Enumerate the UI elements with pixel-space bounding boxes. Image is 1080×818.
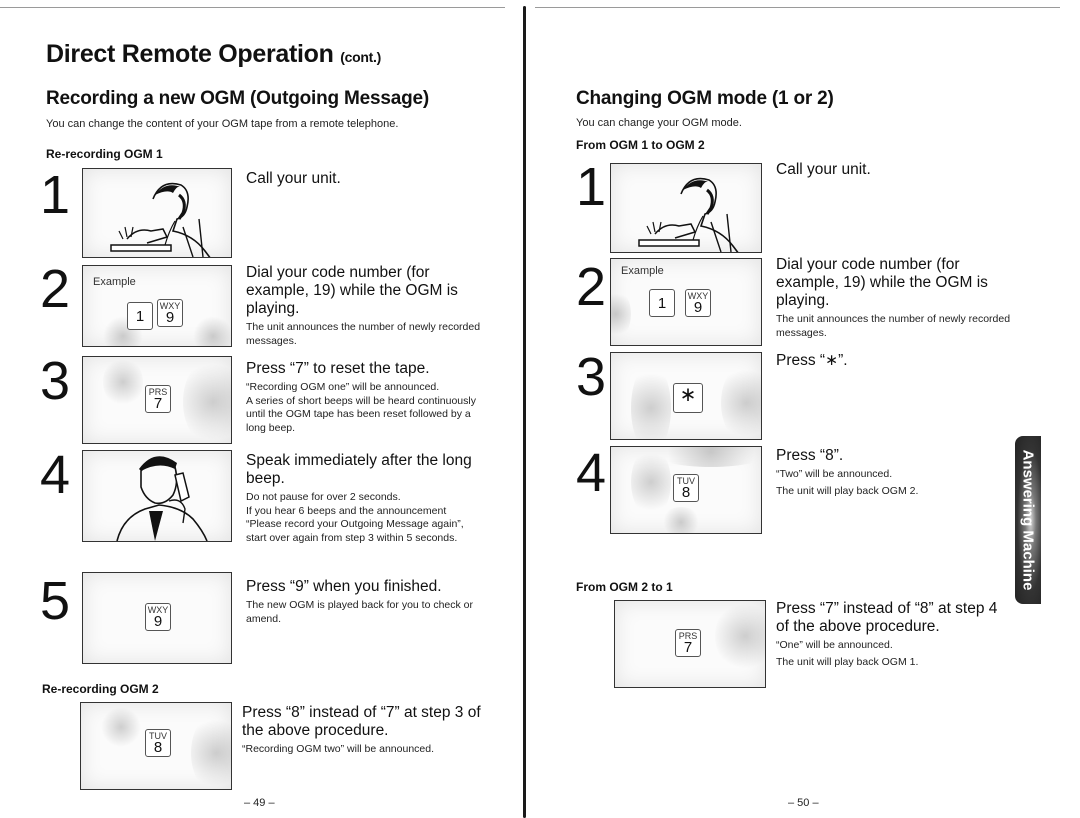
step-heading: Press “8” instead of “7” at step 3 of th… — [242, 704, 481, 739]
subsection-title: From OGM 1 to OGM 2 — [576, 138, 705, 152]
step-text: Press “8” instead of “7” at step 3 of th… — [242, 704, 482, 757]
step-text: Call your unit. — [246, 170, 486, 188]
title-suffix: (cont.) — [340, 49, 381, 65]
step-illustration: PRS 7 — [82, 356, 232, 444]
step-heading: Dial your code number (for example, 19) … — [776, 256, 988, 309]
keypad-key: 1 — [649, 289, 675, 317]
step-number: 3 — [40, 351, 71, 411]
step-text: Press “7” instead of “8” at step 4 of th… — [776, 600, 1012, 669]
step-text: Press “8”. “Two” will be announced. The … — [776, 447, 1006, 498]
step-heading: Press “7” instead of “8” at step 4 of th… — [776, 600, 998, 635]
top-rule-right — [535, 7, 1060, 8]
step-heading: Press “9” when you finished. — [246, 578, 442, 595]
step-text: Press “9” when you finished. The new OGM… — [246, 578, 478, 626]
step-body: The unit announces the number of newly r… — [776, 313, 1011, 339]
book-spine — [523, 6, 526, 818]
page-number: – 49 – — [244, 797, 275, 809]
subsection-title: From OGM 2 to 1 — [576, 580, 673, 594]
step-body: “Recording OGM one” will be announced. A… — [246, 381, 476, 434]
example-label: Example — [621, 265, 664, 277]
step-illustration: TUV 8 — [610, 446, 762, 534]
step-heading: Dial your code number (for example, 19) … — [246, 264, 458, 317]
section-intro: You can change your OGM mode. — [576, 117, 742, 129]
step-number: 3 — [576, 347, 607, 407]
example-label: Example — [93, 276, 136, 288]
keypad-key: TUV 8 — [145, 729, 171, 757]
section-title: Changing OGM mode (1 or 2) — [576, 88, 834, 109]
section-side-tab: Answering Machine — [1015, 436, 1041, 604]
step-body: The unit announces the number of newly r… — [246, 321, 481, 347]
subsection-title: Re-recording OGM 1 — [46, 147, 163, 161]
step-number: 1 — [40, 165, 71, 225]
page-title: Direct Remote Operation (cont.) — [46, 40, 381, 68]
step-text: Speak immediately after the long beep. D… — [246, 452, 478, 545]
step-text: Call your unit. — [776, 161, 1006, 179]
step-text: Press “7” to reset the tape. “Recording … — [246, 360, 478, 435]
keypad-key: WXY 9 — [145, 603, 171, 631]
step-heading: Press “7” to reset the tape. — [246, 360, 430, 377]
step-illustration: TUV 8 — [80, 702, 232, 790]
step-number: 2 — [40, 259, 71, 319]
keypad-key: 1 — [127, 302, 153, 330]
top-rule-left — [0, 7, 505, 8]
step-illustration — [82, 168, 232, 258]
step-body: Do not pause for over 2 seconds. If you … — [246, 491, 464, 544]
man-dialing-phone-icon — [638, 177, 739, 252]
step-text: Dial your code number (for example, 19) … — [246, 264, 486, 348]
step-number: 4 — [40, 445, 71, 505]
step-heading: Call your unit. — [776, 161, 871, 178]
keypad-key: WXY 9 — [685, 289, 711, 317]
step-illustration: PRS 7 — [614, 600, 766, 688]
step-heading: Speak immediately after the long beep. — [246, 452, 472, 487]
step-number: 5 — [40, 571, 71, 631]
keypad-key-star: ∗ — [673, 383, 703, 413]
step-illustration — [610, 163, 762, 253]
step-illustration: ∗ — [610, 352, 762, 440]
page-number: – 50 – — [788, 797, 819, 809]
step-illustration: Example 1 WXY 9 — [82, 265, 232, 347]
step-number: 1 — [576, 157, 607, 217]
step-heading: Call your unit. — [246, 170, 341, 187]
step-number: 2 — [576, 257, 607, 317]
keypad-key: PRS 7 — [675, 629, 701, 657]
section-title: Recording a new OGM (Outgoing Message) — [46, 88, 429, 109]
step-heading: Press “8”. — [776, 447, 844, 464]
man-dialing-phone-icon — [110, 182, 211, 257]
step-number: 4 — [576, 443, 607, 503]
step-body: The new OGM is played back for you to ch… — [246, 599, 474, 625]
step-illustration: WXY 9 — [82, 572, 232, 664]
man-speaking-phone-icon — [116, 456, 208, 541]
step-body: “One” will be announced. The unit will p… — [776, 639, 919, 668]
section-intro: You can change the content of your OGM t… — [46, 118, 399, 130]
step-text: Press “∗”. — [776, 352, 1006, 370]
step-body: “Recording OGM two” will be announced. — [242, 743, 435, 755]
step-illustration — [82, 450, 232, 542]
subsection-title: Re-recording OGM 2 — [42, 682, 159, 696]
step-heading: Press “∗”. — [776, 352, 848, 369]
keypad-key: WXY 9 — [157, 299, 183, 327]
step-body: “Two” will be announced. The unit will p… — [776, 468, 919, 497]
step-illustration: Example 1 WXY 9 — [610, 258, 762, 346]
keypad-key: TUV 8 — [673, 474, 699, 502]
step-text: Dial your code number (for example, 19) … — [776, 256, 1012, 340]
keypad-key: PRS 7 — [145, 385, 171, 413]
